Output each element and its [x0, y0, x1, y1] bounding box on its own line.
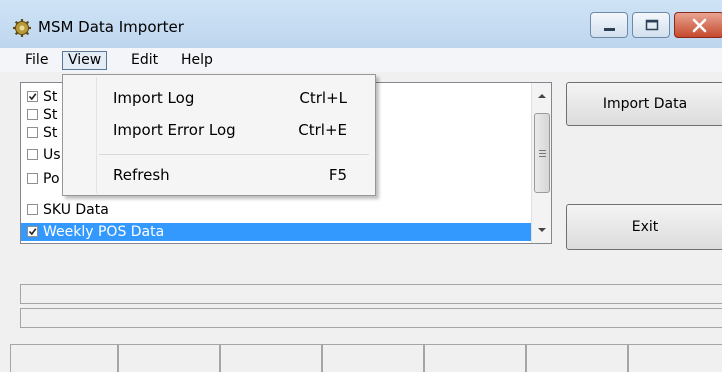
menu-item-label: Import Error Log — [113, 121, 236, 139]
list-item-checkbox[interactable] — [27, 149, 38, 160]
list-item-label: St — [43, 107, 58, 123]
list-item-checkbox[interactable] — [27, 173, 38, 184]
menu-item-label: Refresh — [113, 166, 170, 184]
list-item-label: Weekly POS Data — [43, 224, 165, 240]
view-menu-dropdown: Import Log Ctrl+L Import Error Log Ctrl+… — [62, 74, 376, 196]
list-item-label: St — [43, 89, 58, 105]
gear-icon — [12, 18, 32, 38]
checkmark-icon — [28, 228, 37, 236]
scroll-thumb-grip — [539, 153, 546, 154]
status-panel — [10, 344, 118, 372]
app-window: MSM Data Importer File View Edit Help St… — [0, 0, 722, 372]
menu-item-shortcut: F5 — [328, 166, 347, 184]
maximize-button[interactable] — [632, 12, 670, 38]
status-panel — [220, 344, 322, 372]
menu-item-refresh[interactable]: Refresh F5 — [63, 164, 375, 186]
progress-bar — [20, 284, 722, 304]
maximize-icon — [645, 19, 659, 31]
list-item-checkbox[interactable] — [27, 91, 38, 102]
menu-item-shortcut: Ctrl+L — [299, 89, 347, 107]
menu-item-import-log[interactable]: Import Log Ctrl+L — [63, 87, 375, 109]
menu-view[interactable]: View — [62, 51, 108, 70]
list-item[interactable]: SKU Data — [21, 201, 531, 219]
menu-separator — [99, 154, 369, 155]
progress-bar — [20, 308, 722, 328]
menu-edit[interactable]: Edit — [126, 51, 163, 70]
status-panel — [526, 344, 628, 372]
list-item-checkbox[interactable] — [27, 127, 38, 138]
list-item-label: Po — [43, 171, 60, 187]
list-item-selected[interactable]: Weekly POS Data — [21, 223, 531, 241]
list-item-checkbox[interactable] — [27, 109, 38, 120]
close-icon — [692, 18, 707, 33]
close-button[interactable] — [674, 12, 722, 38]
list-item-checkbox[interactable] — [27, 204, 38, 215]
scroll-thumb[interactable] — [534, 113, 550, 193]
status-panel — [424, 344, 526, 372]
list-item-label: Us — [43, 147, 61, 163]
menu-item-shortcut: Ctrl+E — [298, 121, 347, 139]
menu-file[interactable]: File — [20, 51, 53, 70]
status-panel — [118, 344, 220, 372]
exit-button[interactable]: Exit — [566, 204, 722, 250]
checkmark-icon — [28, 93, 37, 101]
list-item-checkbox[interactable] — [27, 226, 38, 237]
status-panel — [628, 344, 722, 372]
menu-bar — [0, 48, 722, 72]
status-panel — [322, 344, 424, 372]
minimize-button[interactable] — [590, 12, 628, 38]
title-bar[interactable]: MSM Data Importer — [0, 0, 722, 48]
list-scrollbar[interactable] — [531, 83, 551, 243]
menu-help[interactable]: Help — [176, 51, 218, 70]
list-item-label: St — [43, 125, 58, 141]
minimize-icon — [604, 28, 615, 31]
import-data-button[interactable]: Import Data — [566, 82, 722, 126]
scroll-up-icon[interactable] — [537, 91, 547, 101]
list-item-label: SKU Data — [43, 202, 109, 218]
menu-item-import-error-log[interactable]: Import Error Log Ctrl+E — [63, 119, 375, 141]
scroll-down-icon[interactable] — [537, 225, 547, 235]
window-title: MSM Data Importer — [38, 18, 184, 36]
scroll-thumb-grip — [539, 150, 546, 151]
scroll-thumb-grip — [539, 156, 546, 157]
menu-item-label: Import Log — [113, 89, 195, 107]
